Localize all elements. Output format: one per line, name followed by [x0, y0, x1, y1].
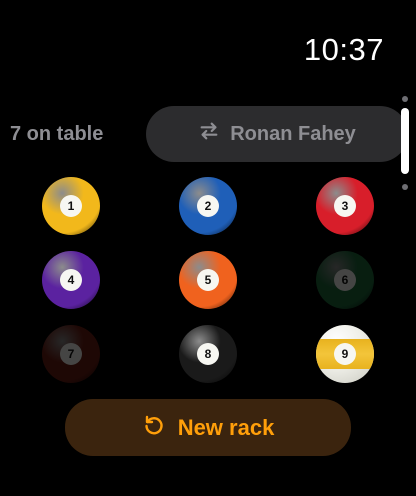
swap-arrows-icon — [198, 120, 220, 148]
pool-ball-4[interactable]: 4 — [42, 251, 100, 309]
ball-number: 1 — [60, 195, 82, 217]
pool-ball-3[interactable]: 3 — [316, 177, 374, 235]
scroll-indicator-bottom-dot — [402, 184, 408, 190]
ball-number: 7 — [60, 343, 82, 365]
scroll-indicator-thumb[interactable] — [401, 108, 409, 174]
pool-ball-8[interactable]: 8 — [179, 325, 237, 383]
status-time: 10:37 — [303, 32, 384, 67]
ball-number: 4 — [60, 269, 82, 291]
new-rack-button[interactable]: New rack — [65, 399, 351, 456]
restart-icon — [142, 413, 166, 443]
pool-ball-7[interactable]: 7 — [42, 325, 100, 383]
scroll-indicator[interactable] — [401, 96, 409, 196]
ball-number: 3 — [334, 195, 356, 217]
pool-ball-9[interactable]: 9 — [316, 325, 374, 383]
ball-number: 5 — [197, 269, 219, 291]
new-rack-label: New rack — [177, 414, 275, 440]
pool-ball-2[interactable]: 2 — [179, 177, 237, 235]
ball-number: 8 — [197, 343, 219, 365]
switch-player-button[interactable]: Ronan Fahey — [146, 106, 408, 162]
ball-number: 9 — [334, 343, 356, 365]
pool-ball-1[interactable]: 1 — [42, 177, 100, 235]
player-name: Ronan Fahey — [230, 122, 356, 145]
scroll-indicator-top-dot — [402, 96, 408, 102]
pool-ball-5[interactable]: 5 — [179, 251, 237, 309]
ball-number: 6 — [334, 269, 356, 291]
balls-on-table-count: 7 on table — [10, 123, 104, 145]
pool-ball-6[interactable]: 6 — [316, 251, 374, 309]
ball-number: 2 — [197, 195, 219, 217]
